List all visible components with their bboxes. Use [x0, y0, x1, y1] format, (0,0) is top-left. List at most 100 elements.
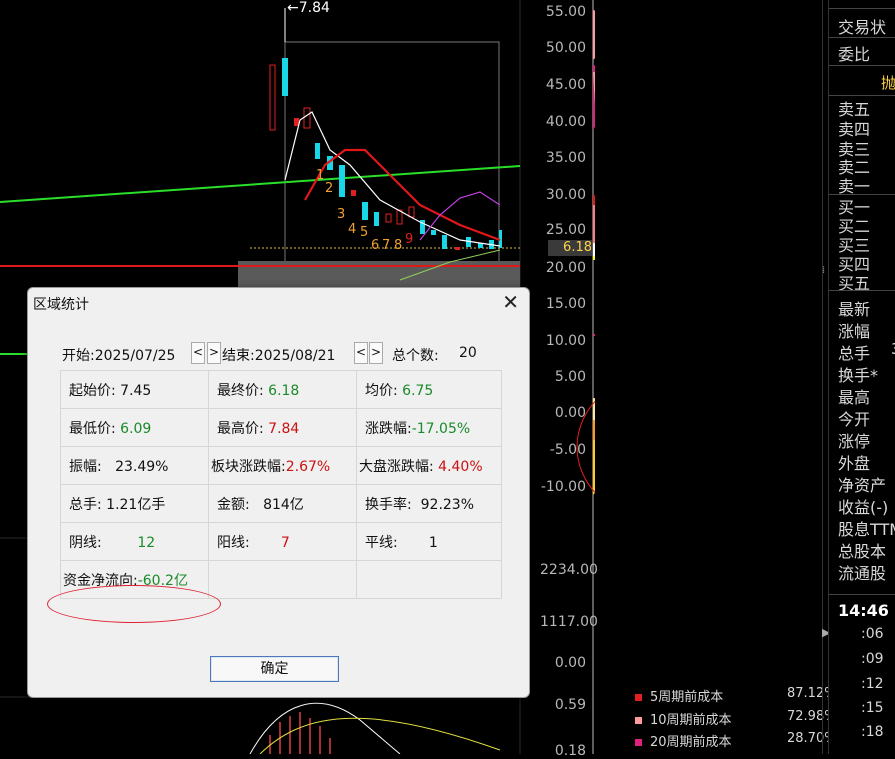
stat-net-assets: 净资产: [838, 476, 887, 495]
stat-cell: 换手率: 92.23%: [356, 484, 502, 523]
legend-swatch: [635, 694, 642, 701]
start-date: 2025/07/25: [94, 348, 176, 364]
y-tick: -5.00: [549, 442, 586, 458]
stat-cell: 振幅: 23.49%: [60, 446, 209, 485]
y-tick: 30.00: [545, 187, 586, 203]
dialog-title: 区域统计: [33, 297, 89, 313]
stat-earnings: 收益(-): [838, 498, 889, 517]
candle-label: 5: [360, 225, 369, 240]
stat-turnover: 换手*: [838, 366, 879, 385]
y-tick: 45.00: [545, 77, 586, 93]
candles: [269, 58, 502, 250]
candle-label: 8: [394, 238, 403, 253]
table-row: 阴线: 12 阳线: 7 平线: 1: [60, 522, 502, 561]
candle-label: 1: [316, 168, 325, 183]
candle-label: 3: [337, 207, 346, 222]
candle-label: 7: [382, 238, 391, 253]
y-tick: 15.00: [545, 296, 586, 312]
y-tick: 35.00: [545, 150, 586, 166]
stat-dividend: 股息TTM: [838, 520, 895, 539]
stat-change: 涨幅: [838, 322, 871, 341]
stat-cell: 最高价: 7.84: [208, 408, 357, 447]
volume-tick: 1117.00: [540, 614, 598, 630]
legend-swatch: [635, 739, 642, 746]
stat-cell: 最终价: 6.18: [208, 370, 357, 409]
volume-tick: 0.00: [554, 655, 586, 671]
highlight-ellipse: [47, 585, 221, 623]
stat-cell: 平线: 1: [356, 522, 502, 561]
y-tick: 25.00: [545, 222, 586, 238]
order-ratio-label: 委比: [838, 45, 871, 64]
stats-table: 起始价: 7.45 最终价: 6.18 均价: 6.75 最低价: 6.09 最…: [60, 370, 502, 599]
close-icon[interactable]: ✕: [502, 290, 519, 314]
ok-button[interactable]: 确定: [210, 656, 339, 682]
count-label: 总个数:: [392, 348, 439, 364]
stat-cell: 阴线: 12: [60, 522, 209, 561]
start-next-button[interactable]: >: [207, 342, 221, 364]
y-tick: 0.00: [554, 405, 586, 421]
legend-row: 5周期前成本 87.12%: [635, 686, 837, 705]
trade-status-label: 交易状: [838, 18, 887, 37]
indicator-tick: 0.18: [554, 743, 586, 759]
y-tick: 20.00: [545, 260, 586, 276]
stat-high: 最高: [838, 388, 871, 407]
stat-volume-value: 3: [891, 340, 895, 358]
count-value: 20: [459, 345, 477, 361]
quote-panel: 交易状 委比 抛 卖五 卖四 卖三 卖二 卖一 买一 买二 买三 买四 买五 最…: [828, 0, 895, 754]
candle-label: 2: [325, 181, 334, 196]
stat-cell: 阳线: 7: [208, 522, 357, 561]
start-prev-button[interactable]: <: [191, 342, 205, 364]
y-tick: 55.00: [545, 4, 586, 20]
start-label: 开始:2025/07/25: [62, 348, 176, 364]
y-tick: 5.00: [554, 369, 586, 385]
stat-cell: 大盘涨跌幅: 4.40%: [356, 446, 502, 485]
tick-row: :15: [861, 700, 884, 716]
candle-label: 6: [371, 238, 380, 253]
stat-cell: 均价: 6.75: [356, 370, 502, 409]
y-tick: 40.00: [545, 114, 586, 130]
legend-row: 10周期前成本 72.98%: [635, 709, 837, 728]
table-row: 振幅: 23.49% 板块涨跌幅:2.67% 大盘涨跌幅: 4.40%: [60, 446, 502, 485]
table-row: 总手: 1.21亿手 金额: 814亿 换手率: 92.23%: [60, 484, 502, 523]
left-arrow-icon: ←: [287, 0, 299, 16]
stat-cell: [208, 560, 357, 599]
stat-volume: 总手: [838, 344, 871, 363]
high-price-marker: ←7.84: [287, 0, 330, 16]
end-label: 结束:2025/08/21: [222, 348, 336, 364]
stat-cell: 总手: 1.21亿手: [60, 484, 209, 523]
tick-time: 14:46: [838, 601, 889, 620]
table-row: 最低价: 6.09 最高价: 7.84 涨跌幅:-17.05%: [60, 408, 502, 447]
indicator-tick: 0.59: [554, 697, 586, 713]
tick-row: :06: [861, 626, 884, 642]
stat-cell: 板块涨跌幅:2.67%: [208, 446, 357, 485]
y-tick: 10.00: [545, 333, 586, 349]
candle-label: 9: [405, 232, 414, 247]
stat-limit-up: 涨停: [838, 432, 871, 451]
volume-tick: 2234.00: [540, 562, 598, 578]
stat-cell: 涨跌幅:-17.05%: [356, 408, 502, 447]
legend-swatch: [635, 717, 642, 724]
y-tick: -10.00: [540, 479, 586, 495]
stat-outer: 外盘: [838, 454, 871, 473]
tick-row: :18: [861, 724, 884, 740]
splitter-grip-icon[interactable]: ⁞: [822, 265, 825, 276]
stat-cell: 起始价: 7.45: [60, 370, 209, 409]
current-price-tag: 6.18: [548, 240, 592, 256]
end-date: 2025/08/21: [254, 348, 336, 364]
end-next-button[interactable]: >: [369, 342, 383, 364]
region-stats-dialog: 区域统计 ✕ 开始:2025/07/25 < > 结束:2025/08/21 <…: [27, 287, 530, 698]
stat-cell: [356, 560, 502, 599]
table-row: 起始价: 7.45 最终价: 6.18 均价: 6.75: [60, 370, 502, 409]
tick-row: :12: [861, 676, 884, 692]
stat-cell: 最低价: 6.09: [60, 408, 209, 447]
panel-button[interactable]: 抛: [881, 72, 895, 93]
chip-distribution: [593, 10, 595, 495]
tick-row: :09: [861, 651, 884, 667]
end-prev-button[interactable]: <: [354, 342, 368, 364]
stat-float-shares: 流通股: [838, 564, 887, 583]
y-tick: 50.00: [545, 40, 586, 56]
stat-open: 今开: [838, 410, 871, 429]
stat-cell: 金额: 814亿: [208, 484, 357, 523]
stat-latest: 最新: [838, 300, 871, 319]
legend-row: 20周期前成本 28.70%: [635, 731, 837, 750]
